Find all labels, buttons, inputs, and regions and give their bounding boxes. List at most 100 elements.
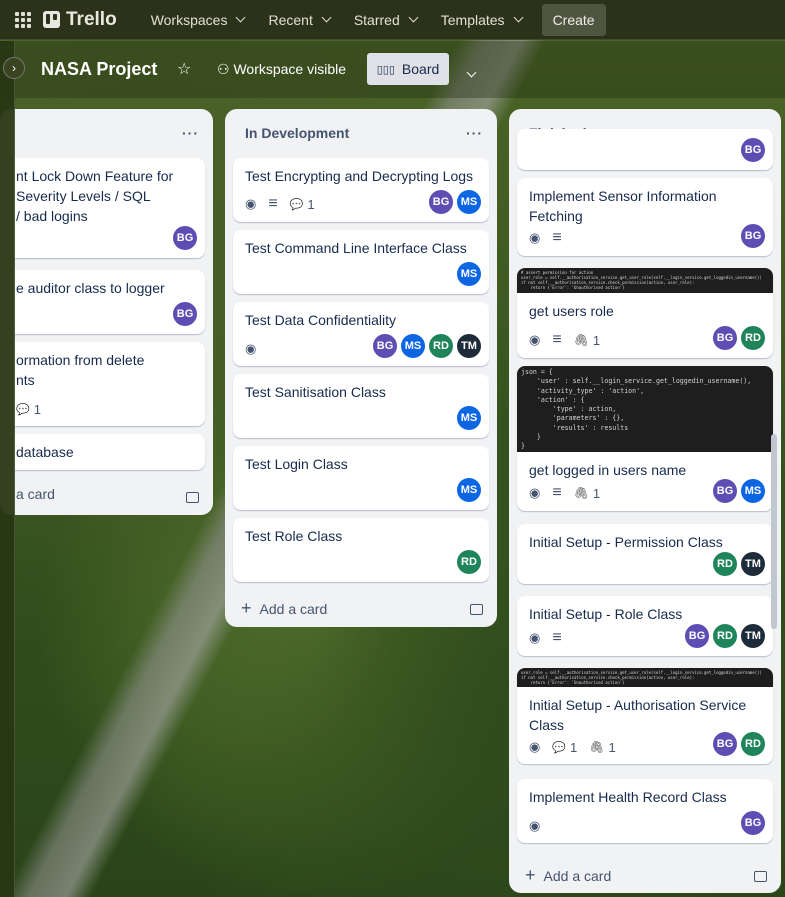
comment-icon: 💬 — [552, 741, 567, 754]
card[interactable]: Test Command Line Interface Class MS — [233, 230, 489, 294]
eye-icon: ◉ — [529, 818, 541, 833]
avatar[interactable]: BG — [373, 334, 397, 358]
avatar[interactable]: RD — [429, 334, 453, 358]
avatar[interactable]: BG — [429, 190, 453, 214]
avatar[interactable]: BG — [173, 226, 197, 250]
avatar[interactable]: BG — [173, 302, 197, 326]
card[interactable]: Test Encrypting and Decrypting Logs ◉ ≡ 💬 1 B… — [233, 158, 489, 222]
avatar[interactable]: MS — [457, 190, 481, 214]
card[interactable]: database — [8, 434, 205, 470]
avatar[interactable]: MS — [457, 478, 481, 502]
code-line: 'user' : self.__login_service.get_logged… — [521, 377, 752, 386]
avatar[interactable]: BG — [741, 224, 765, 248]
card[interactable]: # assert permission for action user_role … — [517, 268, 773, 358]
chevron-down-icon — [236, 12, 246, 23]
avatar[interactable]: MS — [457, 406, 481, 430]
avatar[interactable]: RD — [741, 326, 765, 350]
card-cover-image: # assert permission for action user_role … — [517, 268, 773, 293]
avatar[interactable]: RD — [741, 732, 765, 756]
card[interactable]: Test Sanitisation Class MS — [233, 374, 489, 438]
attachments-badge: 🖇 1 — [574, 486, 600, 501]
paperclip-icon: 🖇 — [589, 740, 605, 754]
card[interactable]: Test Role Class RD — [233, 518, 489, 582]
avatar[interactable]: BG — [713, 479, 737, 503]
card-badges: ◉ — [245, 341, 256, 357]
card[interactable]: Implement Sensor Information Fetching ◉ ≡ B… — [517, 178, 773, 256]
add-card-button[interactable]: + Add a card — [241, 598, 327, 619]
create-button[interactable]: Create — [541, 3, 606, 36]
card-members: BG MS RD TM — [373, 334, 481, 358]
top-nav: Trello Workspaces Recent Starred Templat… — [0, 0, 785, 40]
card-members: BG RD TM — [685, 624, 765, 648]
comments-badge: 💬 1 — [16, 402, 41, 417]
list-in-development: In Development ··· Test Encrypting and Dec… — [225, 109, 497, 627]
eye-icon: ◉ — [245, 196, 257, 211]
card-members: BG — [173, 302, 197, 326]
workspaces-menu[interactable]: Workspaces — [139, 12, 257, 28]
create-from-template-icon[interactable] — [470, 604, 483, 615]
avatar[interactable]: RD — [713, 552, 737, 576]
card-members: BG — [173, 226, 197, 250]
board-view-button[interactable]: ▯▯▯ Board — [367, 53, 449, 85]
code-line: return {'Error': 'Unauthorised action'} — [521, 680, 625, 685]
description-icon: ≡ — [552, 331, 562, 348]
card[interactable]: Implement Health Record Class ◉ BG — [517, 779, 773, 843]
avatar[interactable]: MS — [401, 334, 425, 358]
code-line: return {'Error': 'Unauthorised action'} — [521, 285, 625, 290]
create-from-template-icon[interactable] — [754, 871, 767, 882]
views-dropdown[interactable] — [464, 63, 477, 81]
expand-sidebar-button[interactable]: › — [3, 57, 25, 79]
paperclip-icon: 🖇 — [573, 486, 589, 500]
avatar[interactable]: BG — [741, 811, 765, 835]
star-icon[interactable]: ☆ — [177, 59, 191, 79]
avatar[interactable]: TM — [457, 334, 481, 358]
recent-menu[interactable]: Recent — [256, 12, 341, 28]
card-members: MS — [457, 406, 481, 430]
comment-count: 1 — [33, 402, 41, 417]
people-icon: ⚇ — [217, 61, 234, 77]
add-card-button[interactable]: + Add a card — [525, 865, 611, 886]
card[interactable]: Test Login Class MS — [233, 446, 489, 510]
card[interactable]: e auditor class to logger BG — [8, 270, 205, 334]
eye-icon: ◉ — [529, 332, 541, 347]
avatar[interactable]: RD — [457, 550, 481, 574]
avatar[interactable]: RD — [713, 624, 737, 648]
avatar[interactable]: TM — [741, 552, 765, 576]
card-members: BG RD — [713, 326, 765, 350]
create-from-template-icon[interactable] — [186, 492, 199, 503]
templates-menu[interactable]: Templates — [429, 12, 534, 28]
avatar[interactable]: BG — [741, 138, 765, 162]
avatar[interactable]: BG — [713, 326, 737, 350]
avatar[interactable]: BG — [713, 732, 737, 756]
add-card-button[interactable]: a card — [16, 486, 55, 502]
avatar[interactable]: MS — [457, 262, 481, 286]
menu-label: Templates — [440, 11, 505, 28]
app-switcher-icon[interactable] — [15, 11, 31, 28]
card[interactable]: user_role = self.__authorisation_service… — [517, 668, 773, 764]
card[interactable]: BG — [517, 129, 773, 170]
plus-icon: + — [241, 598, 252, 618]
board-title[interactable]: NASA Project — [41, 59, 157, 80]
card[interactable]: nt Lock Down Feature for Severity Levels… — [8, 158, 205, 258]
attachment-count: 1 — [592, 485, 601, 501]
chevron-down-icon — [408, 12, 419, 23]
visibility-button[interactable]: ⚇ Workspace visible — [217, 61, 346, 78]
card[interactable]: json = { 'user' : self.__login_service.g… — [517, 366, 773, 511]
card-title: Test Role Class — [245, 528, 343, 544]
avatar[interactable]: MS — [741, 479, 765, 503]
avatar[interactable]: BG — [685, 624, 709, 648]
eye-icon: ◉ — [245, 341, 257, 356]
card[interactable]: Initial Setup - Role Class ◉ ≡ BG RD TM — [517, 596, 773, 656]
card-title: Test Command Line Interface Class — [245, 240, 467, 256]
trello-logo[interactable]: Trello — [43, 9, 117, 31]
plus-icon: + — [525, 865, 536, 885]
starred-menu[interactable]: Starred — [342, 12, 429, 28]
chevron-down-icon — [513, 12, 524, 23]
list-scrollbar[interactable] — [771, 434, 777, 629]
comment-count: 1 — [570, 739, 578, 755]
avatar[interactable]: TM — [741, 624, 765, 648]
card[interactable]: Test Data Confidentiality ◉ BG MS RD TM — [233, 302, 489, 366]
card[interactable]: ormation from delete nts 💬 1 — [8, 342, 205, 426]
chevron-down-icon — [466, 67, 477, 78]
card[interactable]: Initial Setup - Permission Class RD TM — [517, 524, 773, 584]
